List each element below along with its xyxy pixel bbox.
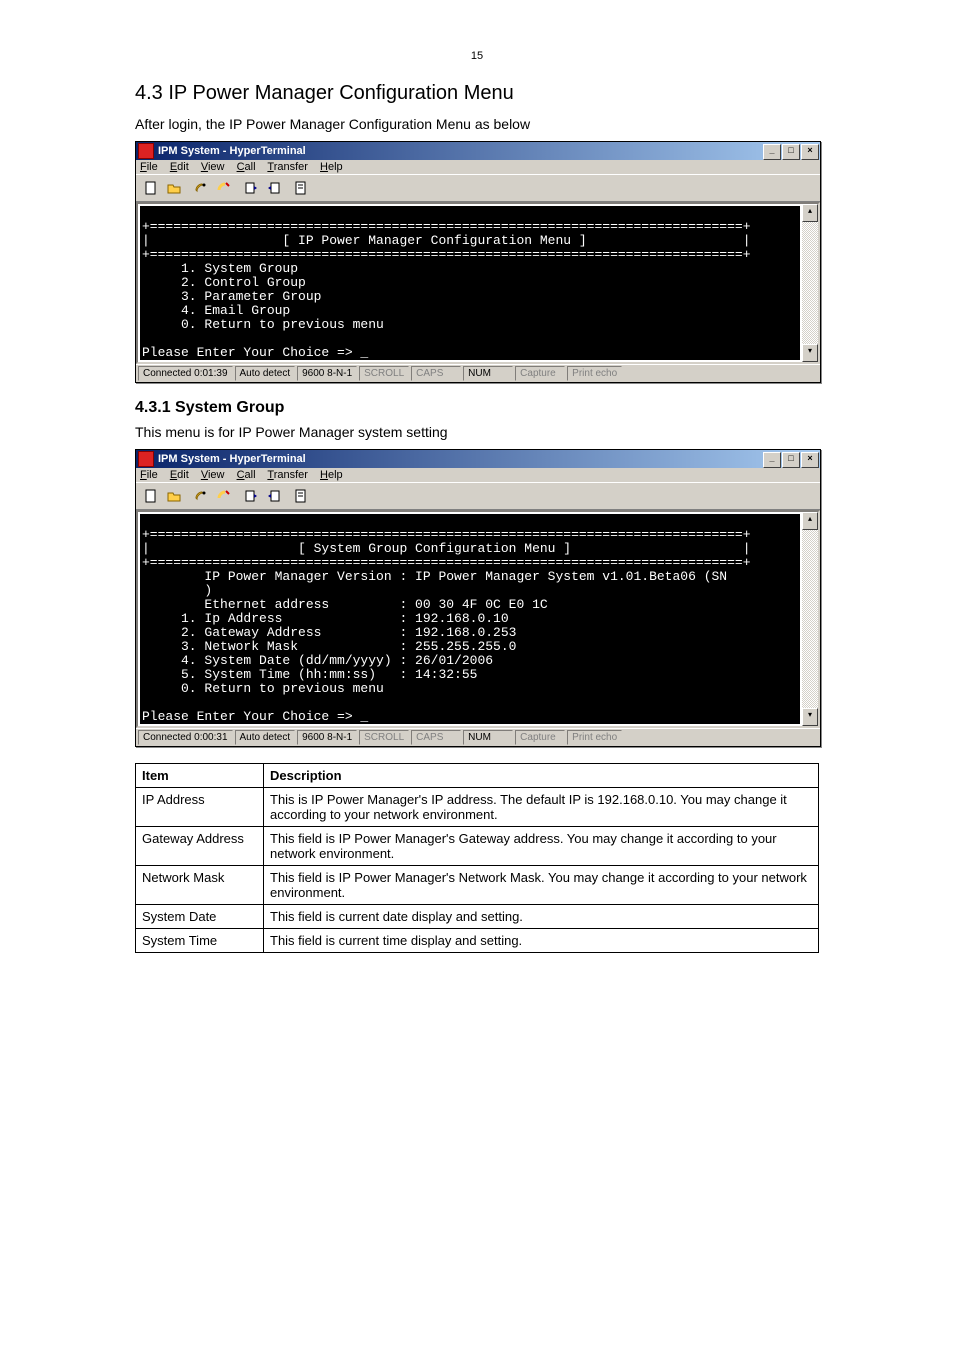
table-cell-desc: This field is current time display and s… — [264, 929, 819, 953]
status-caps: CAPS — [411, 366, 461, 381]
scroll-up-icon[interactable]: ▴ — [802, 204, 818, 222]
properties-icon[interactable] — [290, 485, 312, 507]
minimize-button[interactable]: _ — [763, 452, 781, 468]
status-baud: 9600 8-N-1 — [297, 366, 357, 381]
table-row: Network MaskThis field is IP Power Manag… — [136, 866, 819, 905]
close-button[interactable]: × — [801, 144, 819, 160]
connect-icon[interactable] — [190, 177, 212, 199]
intro-text: After login, the IP Power Manager Config… — [135, 115, 819, 133]
table-row: System TimeThis field is current time di… — [136, 929, 819, 953]
toolbar — [136, 482, 820, 509]
table-cell-item: IP Address — [136, 788, 264, 827]
table-cell-item: Gateway Address — [136, 827, 264, 866]
resize-grip[interactable] — [804, 366, 818, 381]
status-scroll: SCROLL — [359, 366, 409, 381]
properties-icon[interactable] — [290, 177, 312, 199]
hyperterminal-window-1: IPM System - HyperTerminal _ □ × File Ed… — [135, 141, 821, 383]
scroll-track[interactable] — [802, 530, 818, 708]
scroll-track[interactable] — [802, 222, 818, 344]
menu-transfer[interactable]: Transfer — [267, 469, 308, 481]
status-detect: Auto detect — [235, 730, 296, 745]
table-cell-item: System Time — [136, 929, 264, 953]
terminal-area[interactable]: +=======================================… — [136, 510, 802, 728]
window-title: IPM System - HyperTerminal — [158, 145, 306, 157]
status-baud: 9600 8-N-1 — [297, 730, 357, 745]
table-row: IP AddressThis is IP Power Manager's IP … — [136, 788, 819, 827]
settings-table: Item Description IP AddressThis is IP Po… — [135, 763, 819, 953]
minimize-button[interactable]: _ — [763, 144, 781, 160]
table-row: Gateway AddressThis field is IP Power Ma… — [136, 827, 819, 866]
table-header-item: Item — [136, 764, 264, 788]
status-connected: Connected 0:01:39 — [138, 366, 233, 381]
statusbar: Connected 0:00:31 Auto detect 9600 8-N-1… — [136, 728, 820, 746]
send-icon[interactable] — [240, 177, 262, 199]
receive-icon[interactable] — [263, 177, 285, 199]
status-detect: Auto detect — [235, 366, 296, 381]
connect-icon[interactable] — [190, 485, 212, 507]
open-icon[interactable] — [163, 485, 185, 507]
menu-edit[interactable]: Edit — [170, 161, 189, 173]
titlebar[interactable]: IPM System - HyperTerminal _ □ × — [136, 142, 820, 160]
status-echo: Print echo — [567, 730, 622, 745]
status-connected: Connected 0:00:31 — [138, 730, 233, 745]
table-cell-desc: This field is current date display and s… — [264, 905, 819, 929]
menu-edit[interactable]: Edit — [170, 469, 189, 481]
menu-view[interactable]: View — [201, 161, 225, 173]
terminal-text: +=======================================… — [140, 206, 800, 360]
app-icon — [138, 143, 154, 159]
menu-file[interactable]: File — [140, 469, 158, 481]
menubar: File Edit View Call Transfer Help — [136, 468, 820, 482]
open-icon[interactable] — [163, 177, 185, 199]
menu-call[interactable]: Call — [237, 469, 256, 481]
table-cell-desc: This is IP Power Manager's IP address. T… — [264, 788, 819, 827]
table-cell-desc: This field is IP Power Manager's Network… — [264, 866, 819, 905]
terminal-text: +=======================================… — [140, 514, 800, 724]
titlebar[interactable]: IPM System - HyperTerminal _ □ × — [136, 450, 820, 468]
sub-intro-text: This menu is for IP Power Manager system… — [135, 423, 819, 441]
status-caps: CAPS — [411, 730, 461, 745]
statusbar: Connected 0:01:39 Auto detect 9600 8-N-1… — [136, 364, 820, 382]
scroll-down-icon[interactable]: ▾ — [802, 708, 818, 726]
status-scroll: SCROLL — [359, 730, 409, 745]
status-num: NUM — [463, 730, 513, 745]
menu-file[interactable]: File — [140, 161, 158, 173]
menu-call[interactable]: Call — [237, 161, 256, 173]
table-header-desc: Description — [264, 764, 819, 788]
scroll-up-icon[interactable]: ▴ — [802, 512, 818, 530]
new-icon[interactable] — [140, 485, 162, 507]
vertical-scrollbar[interactable]: ▴ ▾ — [802, 510, 820, 728]
receive-icon[interactable] — [263, 485, 285, 507]
disconnect-icon[interactable] — [213, 177, 235, 199]
status-echo: Print echo — [567, 366, 622, 381]
app-icon — [138, 451, 154, 467]
status-num: NUM — [463, 366, 513, 381]
status-capture: Capture — [515, 730, 565, 745]
table-cell-item: System Date — [136, 905, 264, 929]
resize-grip[interactable] — [804, 730, 818, 745]
maximize-button[interactable]: □ — [782, 452, 800, 468]
status-capture: Capture — [515, 366, 565, 381]
table-cell-item: Network Mask — [136, 866, 264, 905]
menu-help[interactable]: Help — [320, 469, 343, 481]
page-number: 15 — [0, 50, 954, 62]
window-title: IPM System - HyperTerminal — [158, 453, 306, 465]
table-cell-desc: This field is IP Power Manager's Gateway… — [264, 827, 819, 866]
disconnect-icon[interactable] — [213, 485, 235, 507]
close-button[interactable]: × — [801, 452, 819, 468]
new-icon[interactable] — [140, 177, 162, 199]
table-row: System DateThis field is current date di… — [136, 905, 819, 929]
terminal-area[interactable]: +=======================================… — [136, 202, 802, 364]
hyperterminal-window-2: IPM System - HyperTerminal _ □ × File Ed… — [135, 449, 821, 747]
scroll-down-icon[interactable]: ▾ — [802, 344, 818, 362]
menu-transfer[interactable]: Transfer — [267, 161, 308, 173]
toolbar — [136, 174, 820, 201]
menu-view[interactable]: View — [201, 469, 225, 481]
vertical-scrollbar[interactable]: ▴ ▾ — [802, 202, 820, 364]
send-icon[interactable] — [240, 485, 262, 507]
subsection-heading: 4.3.1 System Group — [135, 399, 819, 417]
section-heading: 4.3 IP Power Manager Configuration Menu — [135, 82, 954, 105]
menu-help[interactable]: Help — [320, 161, 343, 173]
menubar: File Edit View Call Transfer Help — [136, 160, 820, 174]
maximize-button[interactable]: □ — [782, 144, 800, 160]
